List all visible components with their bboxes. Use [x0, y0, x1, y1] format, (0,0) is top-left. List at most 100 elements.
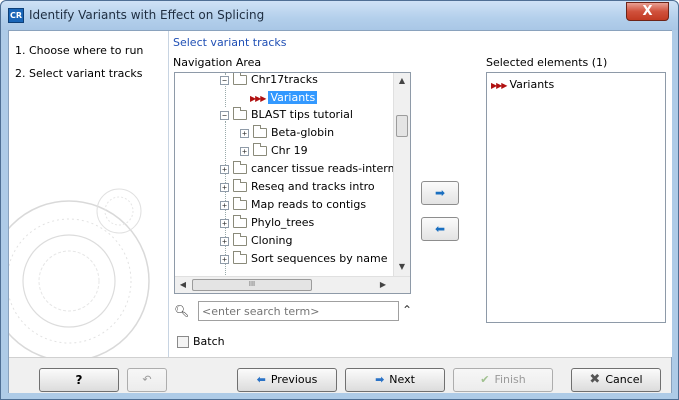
tree-item-label: Phylo_trees	[251, 216, 315, 229]
expand-icon[interactable]: +	[220, 164, 229, 174]
folder-icon	[233, 215, 247, 228]
dialog-window: CR Identify Variants with Effect on Spli…	[0, 0, 679, 400]
footer-bar: ? ↶ ⬅ Previous ➡ Next ✔ Finish ✖ Cancel	[9, 357, 671, 393]
next-button[interactable]: ➡ Next	[345, 368, 445, 392]
checkmark-icon: ✔	[480, 373, 490, 386]
arrow-right-icon: ➡	[434, 186, 446, 200]
tree-item-label: Map reads to contigs	[251, 198, 367, 211]
step-label: Choose where to run	[29, 44, 144, 57]
tree-item[interactable]: + Sort sequences by name	[220, 250, 387, 268]
step-label: Select variant tracks	[29, 67, 143, 80]
collapse-icon[interactable]: −	[220, 110, 229, 120]
folder-open-icon	[233, 107, 247, 120]
scroll-thumb[interactable]	[396, 115, 408, 137]
expand-icon[interactable]: +	[220, 200, 229, 210]
tree-item[interactable]: + Chr 19	[240, 142, 308, 160]
horizontal-scrollbar[interactable]: ◀ III ▶	[175, 276, 410, 293]
close-button[interactable]: X	[626, 2, 669, 21]
tree-item[interactable]: + Beta-globin	[240, 124, 334, 142]
expand-icon[interactable]: +	[220, 254, 229, 264]
folder-icon	[233, 251, 247, 264]
tree-item[interactable]: + Phylo_trees	[220, 214, 314, 232]
tree-item-label: cancer tissue reads-intermec	[251, 162, 411, 175]
main-content: Select variant tracks Navigation Area Se…	[169, 31, 672, 357]
step-1[interactable]: 1. Choose where to run	[15, 44, 143, 57]
variant-track-icon: ▶▶▶	[250, 93, 267, 103]
batch-label: Batch	[193, 335, 225, 348]
help-button[interactable]: ?	[39, 368, 119, 392]
vertical-scrollbar[interactable]: ▲ ▼	[393, 73, 410, 276]
tree-item-label: Cloning	[251, 234, 293, 247]
arrow-right-icon: ➡	[375, 373, 385, 386]
tree-item-label: Reseq and tracks intro	[251, 180, 375, 193]
title-bar[interactable]: CR Identify Variants with Effect on Spli…	[1, 1, 678, 30]
step-panel: 1. Choose where to run 2. Select variant…	[9, 31, 169, 357]
expand-icon[interactable]: +	[220, 236, 229, 246]
arrow-left-icon: ⬅	[434, 222, 446, 236]
folder-icon	[253, 143, 267, 156]
variant-track-icon: ▶▶▶	[491, 80, 508, 90]
scroll-left-icon[interactable]: ◀	[175, 277, 191, 293]
cancel-label: Cancel	[605, 373, 643, 386]
step-number: 1.	[15, 44, 26, 57]
tree-item[interactable]: − Chr17tracks	[220, 73, 318, 89]
expand-icon[interactable]: +	[220, 182, 229, 192]
folder-icon	[233, 197, 247, 210]
search-icon[interactable]: 🔍︎	[174, 304, 189, 318]
previous-button[interactable]: ⬅ Previous	[237, 368, 337, 392]
navigation-tree[interactable]: − Chr17tracks ▶▶▶ Variants − BLAST tips tut…	[174, 72, 411, 294]
tree-item-label: Beta-globin	[271, 126, 335, 139]
window-title: Identify Variants with Effect on Splicin…	[29, 8, 265, 22]
selected-elements-list[interactable]: ▶▶▶ Variants	[486, 72, 666, 323]
app-logo-icon: CR	[8, 8, 24, 23]
dialog-body: 1. Choose where to run 2. Select variant…	[8, 30, 672, 393]
restore-defaults-button[interactable]: ↶	[127, 368, 167, 392]
remove-from-selected-button[interactable]: ⬅	[421, 217, 459, 241]
step-number: 2.	[15, 67, 26, 80]
navigation-area-label: Navigation Area	[173, 56, 262, 69]
folder-icon	[253, 125, 267, 138]
folder-open-icon	[233, 73, 247, 85]
folder-icon	[233, 179, 247, 192]
scroll-right-icon[interactable]: ▶	[375, 277, 391, 293]
tree-item[interactable]: + Reseq and tracks intro	[220, 178, 375, 196]
expand-icon[interactable]: +	[220, 218, 229, 228]
expand-icon[interactable]: +	[240, 146, 249, 156]
search-input[interactable]	[198, 301, 399, 321]
tree-item-label: Sort sequences by name	[251, 252, 388, 265]
list-item[interactable]: ▶▶▶ Variants	[491, 78, 554, 91]
tree-item-selected[interactable]: ▶▶▶ Variants	[250, 89, 318, 107]
tree-item-label: Chr17tracks	[251, 73, 318, 86]
batch-checkbox[interactable]	[177, 336, 189, 348]
finish-button[interactable]: ✔ Finish	[453, 368, 553, 392]
undo-icon: ↶	[142, 373, 152, 386]
close-icon: ✖	[589, 372, 601, 387]
batch-checkbox-row[interactable]: Batch	[177, 335, 225, 348]
tree-item[interactable]: − BLAST tips tutorial	[220, 106, 353, 124]
previous-label: Previous	[270, 373, 318, 386]
tree-item[interactable]: + cancer tissue reads-intermec	[220, 160, 411, 178]
tree-item[interactable]: + Map reads to contigs	[220, 196, 366, 214]
add-to-selected-button[interactable]: ➡	[421, 181, 459, 205]
section-title: Select variant tracks	[173, 36, 287, 49]
scroll-up-icon[interactable]: ▲	[394, 73, 410, 89]
selected-elements-label: Selected elements (1)	[486, 56, 608, 69]
tree-item-label: Variants	[268, 91, 318, 104]
expand-icon[interactable]: +	[240, 128, 249, 138]
scroll-down-icon[interactable]: ▼	[394, 259, 410, 275]
step-2[interactable]: 2. Select variant tracks	[15, 67, 143, 80]
decorative-circles-watermark	[9, 188, 150, 357]
cancel-button[interactable]: ✖ Cancel	[571, 368, 661, 392]
collapse-icon[interactable]: −	[220, 75, 229, 85]
tree-item-label: Chr 19	[271, 144, 308, 157]
arrow-left-icon: ⬅	[256, 373, 266, 386]
search-options-icon[interactable]: ⌃	[402, 303, 412, 317]
list-item-label: Variants	[509, 78, 555, 91]
tree-item[interactable]: + Cloning	[220, 232, 292, 250]
scroll-thumb[interactable]: III	[192, 279, 312, 291]
tree-item-label: BLAST tips tutorial	[251, 108, 353, 121]
finish-label: Finish	[494, 373, 526, 386]
search-bar: 🔍︎ ⌃	[174, 301, 412, 323]
folder-icon	[233, 233, 247, 246]
folder-icon	[233, 161, 247, 174]
